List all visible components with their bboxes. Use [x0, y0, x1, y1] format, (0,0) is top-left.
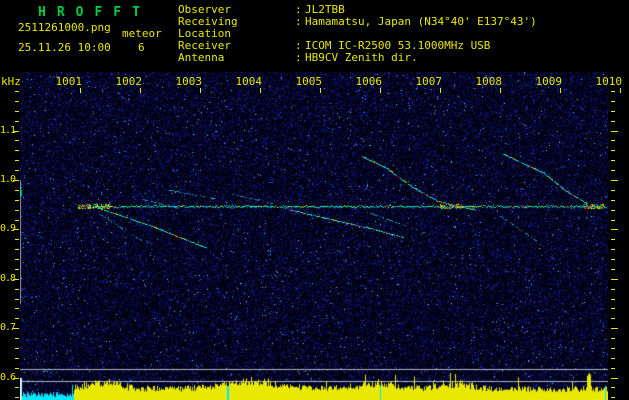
y-tick-minor	[15, 111, 19, 112]
y-axis-unit-label: kHz	[1, 75, 21, 88]
hrofft-screen: HROFFT 2511261000.png meteor 25.11.26 10…	[0, 0, 629, 400]
info-row: Receiving Location: Hamamatsu, Japan (N34…	[178, 16, 537, 40]
y-tick-major-right	[611, 279, 618, 280]
y-tick-minor	[15, 160, 19, 161]
y-tick-minor-right	[611, 318, 615, 319]
y-tick-minor	[15, 318, 19, 319]
y-tick-label: 0.7	[0, 322, 16, 333]
y-tick-minor-right	[611, 170, 615, 171]
y-tick-minor	[15, 269, 19, 270]
info-label: Receiving Location	[178, 15, 238, 40]
y-tick-minor	[15, 210, 19, 211]
y-tick-major	[13, 328, 19, 329]
y-tick-minor	[15, 259, 19, 260]
y-tick-major-right	[611, 328, 618, 329]
y-tick-minor	[15, 140, 19, 141]
y-tick-label: 1.0	[0, 174, 16, 185]
app-title: HROFFT	[38, 5, 151, 20]
y-tick-minor	[15, 299, 19, 300]
y-tick-minor-right	[611, 200, 615, 201]
y-tick-minor-right	[611, 121, 615, 122]
info-value: HB9CV Zenith dir.	[305, 51, 418, 64]
y-tick-major	[13, 279, 19, 280]
y-tick-minor-right	[611, 111, 615, 112]
y-tick-major	[13, 378, 19, 379]
spectrogram-canvas	[20, 72, 608, 400]
y-tick-minor-right	[611, 368, 615, 369]
info-separator: :	[295, 15, 302, 28]
y-tick-minor	[15, 220, 19, 221]
y-tick-minor	[15, 368, 19, 369]
info-value: Hamamatsu, Japan (N34°40' E137°43')	[305, 15, 537, 28]
x-tick-mark	[620, 88, 621, 93]
y-tick-minor-right	[611, 299, 615, 300]
y-tick-minor-right	[611, 190, 615, 191]
y-tick-minor	[15, 239, 19, 240]
y-tick-minor	[15, 338, 19, 339]
y-tick-minor	[15, 387, 19, 388]
y-tick-minor-right	[611, 150, 615, 151]
y-tick-major-right	[611, 180, 618, 181]
station-info: Observer: JL2TBB Receiving Location: Hamama…	[178, 4, 537, 64]
datetime-label: 25.11.26 10:00	[18, 41, 111, 54]
y-tick-minor-right	[611, 210, 615, 211]
info-row: Antenna: HB9CV Zenith dir.	[178, 52, 537, 64]
y-tick-minor-right	[611, 259, 615, 260]
y-tick-major	[13, 180, 19, 181]
y-tick-minor-right	[611, 308, 615, 309]
y-tick-minor-right	[611, 239, 615, 240]
meteor-count: 6	[138, 41, 145, 54]
y-tick-minor	[15, 190, 19, 191]
y-tick-minor	[15, 101, 19, 102]
y-tick-label: 0.6	[0, 372, 16, 383]
y-tick-minor	[15, 249, 19, 250]
y-tick-minor-right	[611, 91, 615, 92]
y-tick-minor	[15, 150, 19, 151]
y-tick-minor	[15, 121, 19, 122]
y-tick-minor-right	[611, 160, 615, 161]
y-tick-minor	[15, 200, 19, 201]
y-tick-minor	[15, 348, 19, 349]
y-tick-minor-right	[611, 289, 615, 290]
y-tick-minor-right	[611, 358, 615, 359]
y-tick-minor	[15, 397, 19, 398]
y-tick-minor-right	[611, 387, 615, 388]
y-tick-minor-right	[611, 140, 615, 141]
y-tick-label: 0.9	[0, 223, 16, 234]
y-tick-minor	[15, 308, 19, 309]
y-tick-minor	[15, 91, 19, 92]
y-tick-minor-right	[611, 397, 615, 398]
y-tick-major-right	[611, 378, 618, 379]
y-tick-major	[13, 131, 19, 132]
y-tick-major-right	[611, 229, 618, 230]
y-tick-minor	[15, 170, 19, 171]
mode-label: meteor	[122, 27, 162, 40]
info-label: Antenna	[178, 51, 225, 64]
output-filename: 2511261000.png	[18, 21, 111, 34]
y-tick-minor	[15, 289, 19, 290]
info-separator: :	[295, 51, 302, 64]
y-tick-minor-right	[611, 249, 615, 250]
y-tick-minor-right	[611, 220, 615, 221]
y-tick-minor-right	[611, 101, 615, 102]
y-tick-minor	[15, 358, 19, 359]
y-tick-major-right	[611, 131, 618, 132]
y-tick-major	[13, 229, 19, 230]
y-tick-minor-right	[611, 269, 615, 270]
y-tick-label: 1.1	[0, 125, 16, 136]
y-tick-minor-right	[611, 338, 615, 339]
y-tick-minor-right	[611, 348, 615, 349]
y-tick-label: 0.8	[0, 273, 16, 284]
